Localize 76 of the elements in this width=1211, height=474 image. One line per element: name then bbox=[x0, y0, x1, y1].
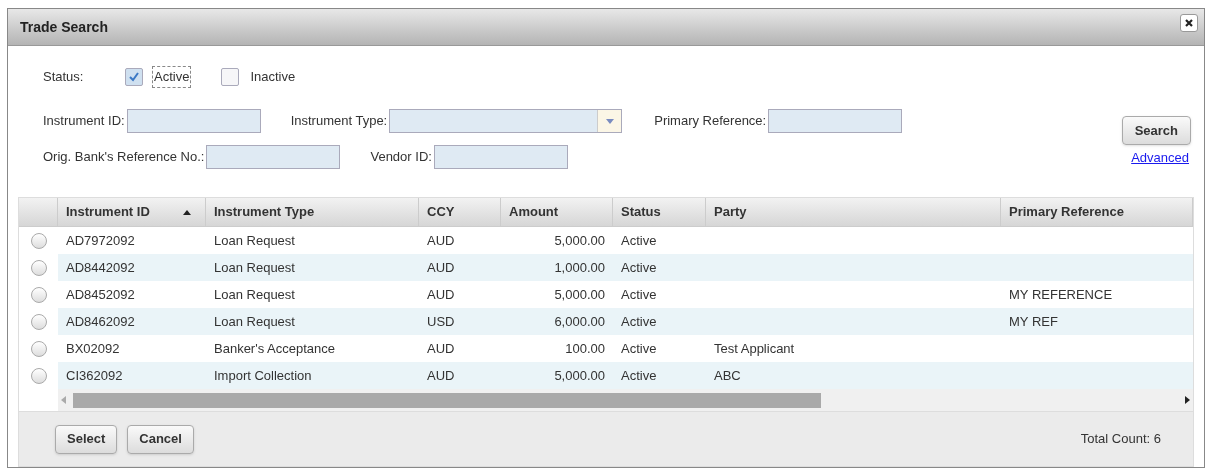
input-field[interactable] bbox=[126, 109, 261, 133]
search-button[interactable]: Search bbox=[1121, 116, 1191, 145]
table-cell-text: CI362092 bbox=[66, 366, 123, 385]
table-cell-text: 1,000.00 bbox=[554, 258, 605, 277]
table-cell-text: MY REFERENCE bbox=[1009, 285, 1113, 304]
table-cell-text: 100.00 bbox=[565, 339, 605, 358]
radio-button[interactable] bbox=[30, 259, 47, 276]
table-cell-text: AUD bbox=[427, 339, 455, 358]
footer-button[interactable]: Select bbox=[55, 424, 118, 454]
input-field[interactable] bbox=[768, 109, 903, 133]
table-cell-text: BX02092 bbox=[66, 339, 120, 358]
column-header[interactable]: CCY bbox=[419, 198, 501, 226]
column-header[interactable]: Instrument ID bbox=[58, 198, 206, 226]
column-header[interactable]: Primary Reference bbox=[1001, 198, 1193, 226]
table-cell-text: 5,000.00 bbox=[554, 366, 605, 385]
table-cell-text: Loan Request bbox=[214, 258, 295, 277]
input-field[interactable] bbox=[206, 145, 341, 169]
table-cell-text: Active bbox=[621, 312, 657, 331]
dropdown-arrow-icon bbox=[605, 118, 614, 124]
table-cell-text: Import Collection bbox=[214, 366, 312, 385]
scroll-right-icon[interactable] bbox=[1184, 396, 1190, 404]
table-cell-text: AD7972092 bbox=[66, 231, 135, 250]
status-label: Status: bbox=[43, 68, 85, 87]
table-cell-text: 5,000.00 bbox=[554, 231, 605, 250]
close-button[interactable] bbox=[1180, 14, 1198, 32]
field-label: Instrument Type: bbox=[290, 112, 388, 131]
checkbox-label[interactable]: Active bbox=[152, 66, 192, 88]
table-cell-text: Loan Request bbox=[214, 285, 295, 304]
radio-button[interactable] bbox=[30, 286, 47, 303]
checkbox-label[interactable]: Inactive bbox=[248, 66, 298, 88]
table-cell-text: Loan Request bbox=[214, 231, 295, 250]
table-cell-text: 6,000.00 bbox=[554, 312, 605, 331]
table-cell-text: Active bbox=[621, 339, 657, 358]
input-field[interactable] bbox=[433, 145, 568, 169]
column-header[interactable]: Party bbox=[706, 198, 1001, 226]
total-count: Total Count: 6 bbox=[1080, 430, 1161, 449]
column-header[interactable]: Amount bbox=[501, 198, 613, 226]
footer-button[interactable]: Cancel bbox=[127, 424, 194, 454]
table-cell-text: AUD bbox=[427, 231, 455, 250]
window-title: Trade Search bbox=[20, 17, 108, 37]
radio-button[interactable] bbox=[30, 232, 47, 249]
table-cell-text: MY REF bbox=[1009, 312, 1058, 331]
table-cell-text: AD8442092 bbox=[66, 258, 135, 277]
field-label: Vendor ID: bbox=[370, 148, 432, 167]
table-cell-text: ABC bbox=[714, 366, 741, 385]
table-cell-text: AD8452092 bbox=[66, 285, 135, 304]
table-cell-text: Loan Request bbox=[214, 312, 295, 331]
radio-button[interactable] bbox=[30, 313, 47, 330]
table-cell-text: 5,000.00 bbox=[554, 285, 605, 304]
advanced-link[interactable]: Advanced bbox=[1131, 148, 1189, 168]
field-label: Primary Reference: bbox=[654, 112, 767, 131]
table-cell-text: Active bbox=[621, 366, 657, 385]
table-cell-text: AD8462092 bbox=[66, 312, 135, 331]
checkmark-icon bbox=[128, 71, 140, 83]
table-cell-text: Active bbox=[621, 231, 657, 250]
close-icon bbox=[1184, 18, 1194, 28]
checkbox[interactable] bbox=[221, 68, 240, 86]
dropdown-field[interactable] bbox=[389, 109, 623, 133]
table-cell-text: USD bbox=[427, 312, 455, 331]
table-cell-text: Active bbox=[621, 258, 657, 277]
table-cell-text: Test Applicant bbox=[714, 339, 795, 358]
field-label: Instrument ID: bbox=[43, 112, 125, 131]
checkbox[interactable] bbox=[125, 68, 143, 86]
table-cell-text: Active bbox=[621, 285, 657, 304]
scroll-left-icon[interactable] bbox=[61, 396, 67, 404]
horizontal-scrollbar[interactable] bbox=[58, 389, 1193, 411]
field-label: Orig. Bank's Reference No.: bbox=[43, 148, 205, 167]
table-cell-text: Banker's Acceptance bbox=[214, 339, 335, 358]
table-cell-text: AUD bbox=[427, 366, 455, 385]
column-header[interactable]: Instrument Type bbox=[206, 198, 419, 226]
table-cell-text: AUD bbox=[427, 285, 455, 304]
radio-button[interactable] bbox=[30, 367, 47, 384]
table-cell-text: AUD bbox=[427, 258, 455, 277]
column-header[interactable]: Status bbox=[613, 198, 706, 226]
scrollbar-thumb[interactable] bbox=[73, 392, 821, 408]
radio-button[interactable] bbox=[30, 340, 47, 357]
